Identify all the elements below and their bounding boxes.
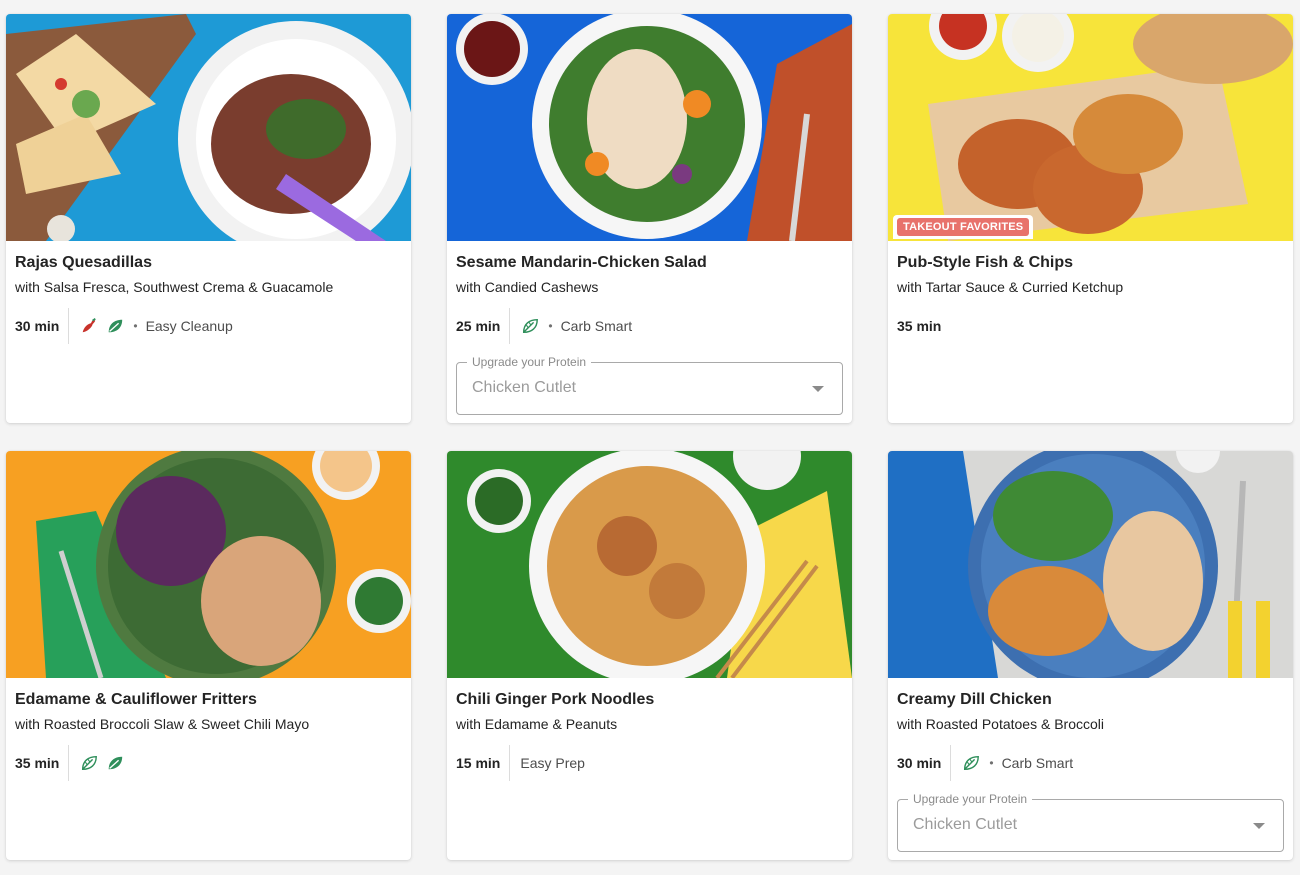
recipe-photo[interactable] (6, 14, 411, 241)
recipe-tag: Easy Prep (520, 755, 585, 771)
recipe-subtitle: with Tartar Sauce & Curried Ketchup (897, 279, 1124, 295)
recipe-tag: Carb Smart (1001, 755, 1074, 771)
meta-divider (950, 745, 952, 781)
takeout-favorites-badge: TAKEOUT FAVORITES (893, 215, 1034, 239)
recipe-title[interactable]: Rajas Quesadillas (15, 254, 152, 272)
meta-divider (509, 308, 511, 344)
leaf-icon (105, 316, 125, 336)
recipe-photo[interactable]: TAKEOUT FAVORITES (888, 14, 1293, 241)
cook-time: 30 min (897, 755, 942, 771)
cook-time: 15 min (456, 755, 501, 771)
chevron-down-icon[interactable] (1253, 823, 1265, 829)
upgrade-protein-label: Upgrade your Protein (908, 792, 1033, 806)
leaf-icon (105, 753, 125, 773)
recipe-subtitle: with Candied Cashews (456, 279, 599, 295)
recipe-grid: Rajas Quesadillas with Salsa Fresca, Sou… (0, 0, 1300, 875)
cook-time: 35 min (897, 318, 942, 334)
recipe-title[interactable]: Sesame Mandarin-Chicken Salad (456, 254, 707, 272)
recipe-title[interactable]: Edamame & Cauliflower Fritters (15, 691, 257, 709)
meta-divider (509, 745, 511, 781)
recipe-photo[interactable] (6, 451, 411, 678)
carb-smart-leaf-icon (79, 753, 99, 773)
upgrade-protein-label: Upgrade your Protein (467, 355, 592, 369)
recipe-subtitle: with Roasted Broccoli Slaw & Sweet Chili… (15, 716, 310, 732)
recipe-card-creamy-dill-chicken[interactable]: Creamy Dill Chicken with Roasted Potatoe… (888, 451, 1293, 860)
meta-dot: • (548, 319, 553, 333)
cook-time: 35 min (15, 755, 60, 771)
recipe-title[interactable]: Chili Ginger Pork Noodles (456, 691, 654, 709)
recipe-subtitle: with Edamame & Peanuts (456, 716, 618, 732)
carb-smart-leaf-icon (520, 316, 540, 336)
recipe-title[interactable]: Creamy Dill Chicken (897, 691, 1052, 709)
recipe-tag: Easy Cleanup (145, 318, 233, 334)
recipe-meta: 30 min • Carb Smart (897, 745, 1073, 781)
badge-label: TAKEOUT FAVORITES (897, 218, 1030, 236)
upgrade-protein-value: Chicken Cutlet (913, 816, 1018, 833)
recipe-card-edamame-cauliflower-fritters[interactable]: Edamame & Cauliflower Fritters with Roas… (6, 451, 411, 860)
recipe-tag: Carb Smart (560, 318, 633, 334)
recipe-photo[interactable] (888, 451, 1293, 678)
recipe-meta: 35 min (15, 745, 131, 781)
upgrade-protein-select[interactable]: Upgrade your Protein Chicken Cutlet (456, 355, 843, 415)
recipe-photo[interactable] (447, 451, 852, 678)
recipe-meta: 25 min • Carb Smart (456, 308, 632, 344)
meta-dot: • (989, 756, 994, 770)
meta-divider (68, 308, 70, 344)
recipe-subtitle: with Salsa Fresca, Southwest Crema & Gua… (15, 279, 334, 295)
meta-divider (68, 745, 70, 781)
upgrade-protein-select[interactable]: Upgrade your Protein Chicken Cutlet (897, 792, 1284, 852)
cook-time: 30 min (15, 318, 60, 334)
recipe-card-sesame-mandarin-chicken-salad[interactable]: Sesame Mandarin-Chicken Salad with Candi… (447, 14, 852, 423)
recipe-meta: 30 min • Easy Cleanup (15, 308, 233, 344)
meta-dot: • (133, 319, 138, 333)
recipe-card-pub-style-fish-chips[interactable]: TAKEOUT FAVORITES Pub-Style Fish & Chips… (888, 14, 1293, 423)
recipe-meta: 35 min (897, 308, 950, 344)
recipe-card-chili-ginger-pork-noodles[interactable]: Chili Ginger Pork Noodles with Edamame &… (447, 451, 852, 860)
cook-time: 25 min (456, 318, 501, 334)
recipe-card-rajas-quesadillas[interactable]: Rajas Quesadillas with Salsa Fresca, Sou… (6, 14, 411, 423)
recipe-meta: 15 min Easy Prep (456, 745, 585, 781)
recipe-photo[interactable] (447, 14, 852, 241)
carb-smart-leaf-icon (961, 753, 981, 773)
upgrade-protein-value: Chicken Cutlet (472, 379, 577, 396)
chevron-down-icon[interactable] (812, 386, 824, 392)
recipe-title[interactable]: Pub-Style Fish & Chips (897, 254, 1073, 272)
recipe-subtitle: with Roasted Potatoes & Broccoli (897, 716, 1104, 732)
chili-pepper-icon (79, 316, 99, 336)
